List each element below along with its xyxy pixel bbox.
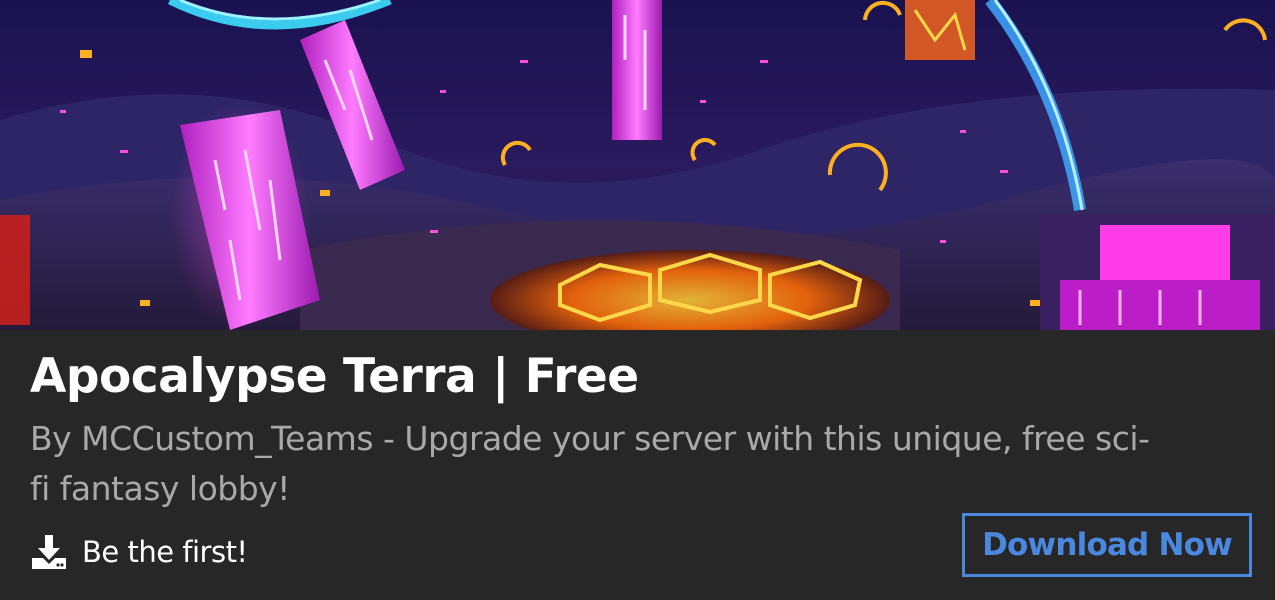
resource-card: Apocalypse Terra | Free By MCCustom_Team… <box>0 0 1275 600</box>
download-count-label: Be the first! <box>82 535 248 569</box>
banner-image <box>0 0 1275 330</box>
info-panel: Apocalypse Terra | Free By MCCustom_Team… <box>0 330 1275 600</box>
download-icon <box>30 533 68 571</box>
resource-subtitle: By MCCustom_Teams - Upgrade your server … <box>30 419 1150 508</box>
download-count: Be the first! <box>30 532 248 572</box>
download-now-button[interactable]: Download Now <box>962 513 1252 577</box>
resource-title: Apocalypse Terra | Free <box>30 349 639 404</box>
